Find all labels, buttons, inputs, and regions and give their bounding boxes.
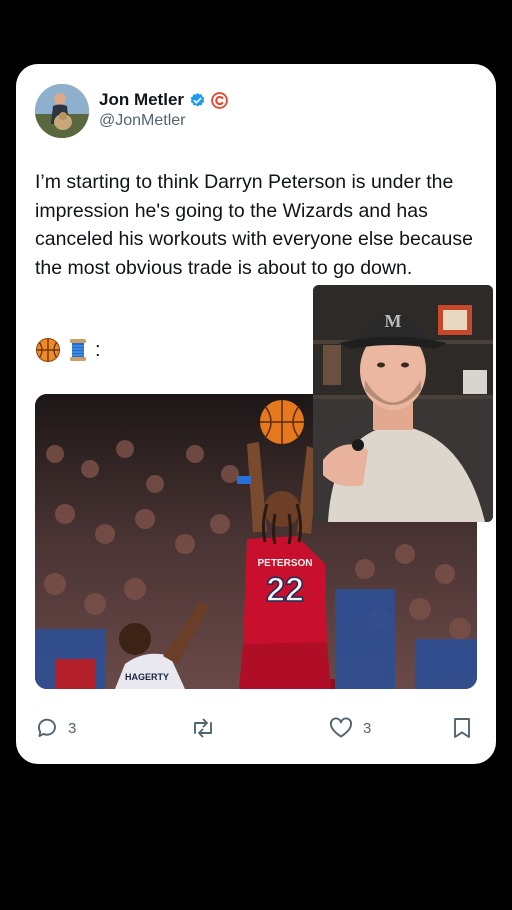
reply-button[interactable]: 3: [35, 716, 76, 740]
avatar[interactable]: [35, 84, 89, 138]
author-name[interactable]: Jon Metler: [99, 90, 184, 110]
author-name-row: Jon Metler: [99, 90, 228, 110]
basketball-emoji-icon: [36, 338, 60, 362]
verified-badge-icon: [190, 92, 205, 107]
heart-icon: [330, 717, 352, 738]
thread-spool-emoji-icon: [70, 339, 86, 361]
bookmark-button[interactable]: [451, 716, 473, 740]
reply-icon: [38, 718, 56, 737]
tweet-text: I’m starting to think Darryn Peterson is…: [35, 171, 473, 279]
like-count: 3: [363, 719, 372, 737]
organization-badge-icon: [211, 91, 228, 109]
defender-jersey-name: HAGERTY: [125, 672, 169, 682]
cap-logo: M: [385, 311, 402, 331]
tweet-emoji-row: :: [35, 337, 101, 363]
reply-count: 3: [68, 719, 77, 737]
tweet-action-bar: 3 3: [35, 716, 477, 744]
video-overlay[interactable]: M: [313, 285, 493, 522]
like-button[interactable]: 3: [328, 716, 371, 740]
emoji-suffix: :: [95, 338, 101, 361]
main-jersey-name: PETERSON: [257, 558, 312, 569]
author-handle[interactable]: @JonMetler: [99, 112, 186, 130]
main-jersey-number: 22: [266, 571, 304, 609]
repost-icon: [194, 718, 212, 738]
repost-button[interactable]: [190, 716, 216, 740]
bookmark-icon: [454, 718, 470, 738]
